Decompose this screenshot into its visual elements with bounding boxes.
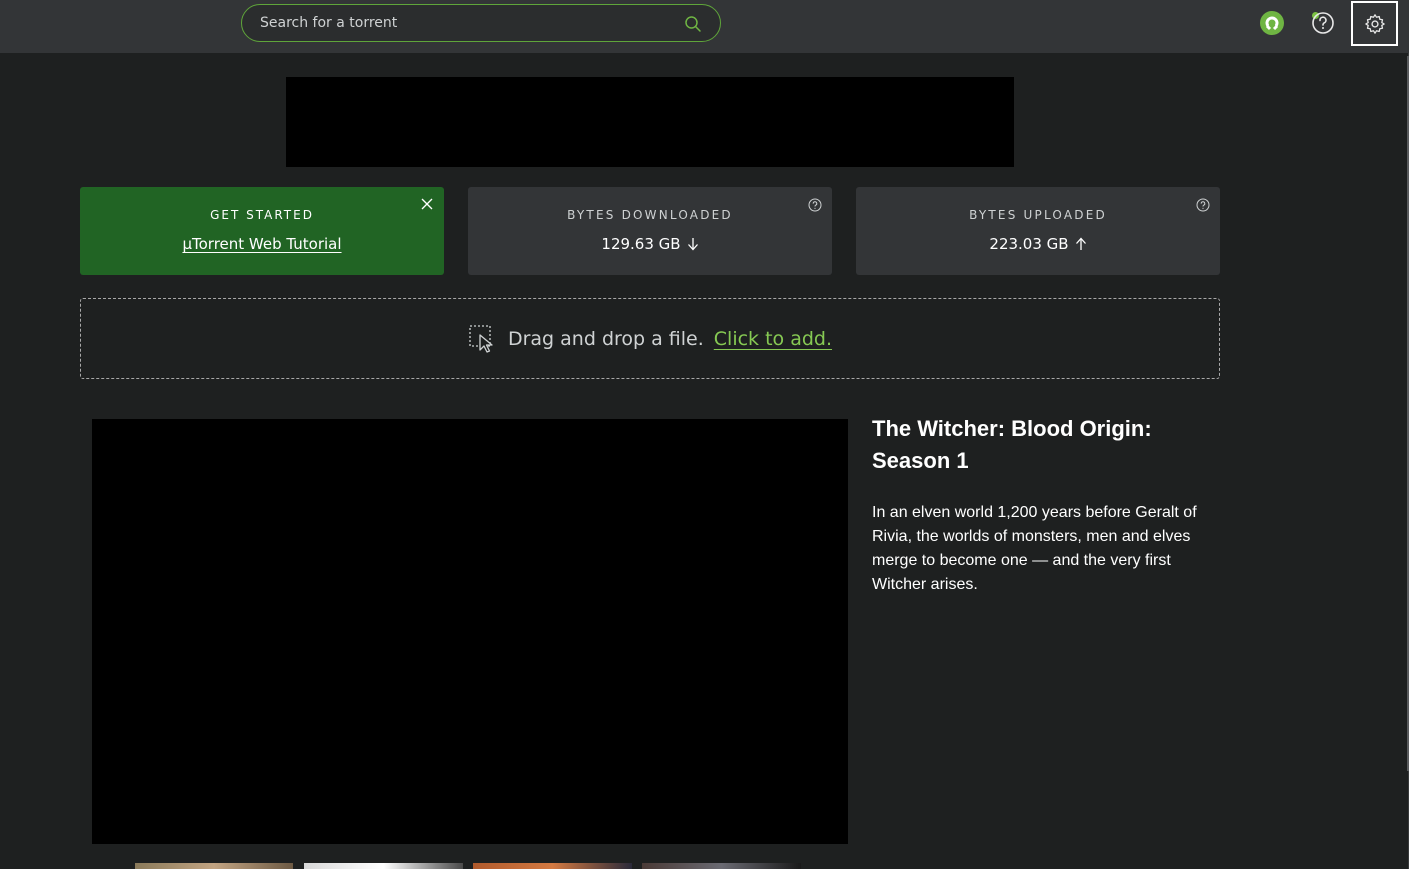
settings-icon <box>1364 13 1385 34</box>
featured-title: The Witcher: Blood Origin: Season 1 <box>872 416 1152 473</box>
get-started-label: GET STARTED <box>210 208 314 222</box>
dropzone-text: Drag and drop a file. <box>507 327 704 350</box>
get-started-card: GET STARTED µTorrent Web Tutorial <box>80 187 444 275</box>
bytes-uploaded-card: BYTES UPLOADED 223.03 GB <box>856 187 1220 275</box>
tutorial-link-wrap: µTorrent Web Tutorial <box>80 235 444 253</box>
bytes-downloaded-card: BYTES DOWNLOADED 129.63 GB <box>468 187 832 275</box>
help-icon <box>1312 12 1334 34</box>
file-dropzone[interactable]: Drag and drop a file. Click to add. <box>80 298 1220 379</box>
bytes-downloaded-value: 129.63 GB <box>601 235 681 253</box>
thumbnail[interactable] <box>135 863 293 869</box>
bytes-downloaded-value-wrap: 129.63 GB <box>468 235 832 253</box>
bytes-uploaded-value-wrap: 223.03 GB <box>856 235 1220 253</box>
search-box[interactable] <box>241 4 721 42</box>
search-input[interactable] <box>260 5 680 41</box>
tutorial-link[interactable]: µTorrent Web Tutorial <box>182 235 341 253</box>
close-icon[interactable] <box>420 197 434 211</box>
magnet-icon <box>1260 11 1284 35</box>
help-circle-icon[interactable] <box>1196 198 1210 212</box>
settings-button[interactable] <box>1351 1 1398 46</box>
search-icon[interactable] <box>684 15 702 33</box>
featured-video[interactable] <box>92 419 848 844</box>
bytes-downloaded-label: BYTES DOWNLOADED <box>567 208 733 222</box>
help-button[interactable] <box>1309 9 1337 37</box>
bytes-uploaded-label: BYTES UPLOADED <box>969 208 1107 222</box>
thumbnail[interactable] <box>473 863 632 869</box>
featured-description: In an elven world 1,200 years before Ger… <box>872 504 1197 593</box>
thumbnail[interactable] <box>304 863 463 869</box>
help-circle-icon[interactable] <box>808 198 822 212</box>
arrow-down-icon <box>687 238 698 251</box>
click-to-add-link[interactable]: Click to add. <box>714 328 832 350</box>
ad-banner[interactable] <box>286 77 1014 167</box>
top-bar <box>0 0 1409 53</box>
bytes-uploaded-value: 223.03 GB <box>989 235 1069 253</box>
magnet-button[interactable] <box>1258 9 1286 37</box>
drag-drop-icon <box>469 324 493 353</box>
arrow-up-icon <box>1075 237 1086 250</box>
thumbnail[interactable] <box>642 863 801 869</box>
